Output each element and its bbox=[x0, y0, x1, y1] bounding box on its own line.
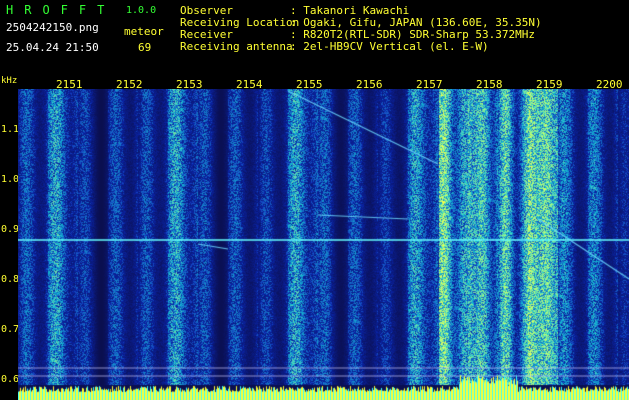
header-panel: HROFFT 1.0.0 2504242150.png meteor 25.04… bbox=[0, 0, 629, 72]
spectrogram bbox=[18, 89, 629, 400]
app-version: 1.0.0 bbox=[126, 5, 157, 16]
y-tick-0-7: 0.7 bbox=[1, 324, 20, 335]
frequency-unit: kHz bbox=[1, 76, 18, 86]
y-tick-1-1: 1.1 bbox=[1, 124, 20, 135]
hrofft-window: HROFFT 1.0.0 2504242150.png meteor 25.04… bbox=[0, 0, 629, 400]
time-axis: 2151 2152 2153 2154 2155 2156 2157 2158 … bbox=[18, 72, 629, 91]
detection-label: meteor bbox=[124, 25, 164, 38]
spectrogram-canvas bbox=[18, 89, 629, 400]
y-tick-0-8: 0.8 bbox=[1, 274, 20, 285]
y-tick-0-6: 0.6 bbox=[1, 374, 20, 385]
info-value-antenna: : 2el-HB9CV Vertical (el. E-W) bbox=[290, 40, 489, 53]
detection-count: 69 bbox=[138, 41, 152, 54]
date-time: 25.04.24 21:50 bbox=[6, 41, 99, 54]
app-name: HROFFT bbox=[6, 3, 116, 17]
info-key-antenna: Receiving antenna bbox=[180, 40, 293, 53]
file-name: 2504242150.png bbox=[6, 21, 99, 34]
y-tick-0-9: 0.9 bbox=[1, 224, 20, 235]
y-tick-1-0: 1.0 bbox=[1, 174, 20, 185]
frequency-axis: kHz 1.1 1.0 0.9 0.8 0.7 0.6 bbox=[0, 72, 20, 400]
